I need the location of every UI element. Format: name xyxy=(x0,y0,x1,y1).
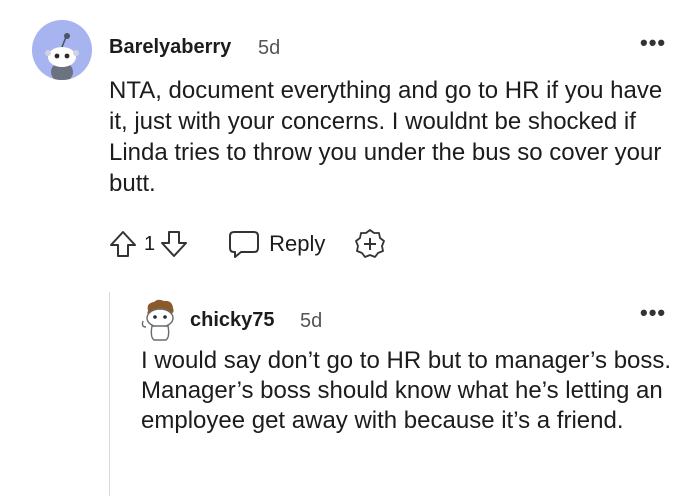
avatar[interactable] xyxy=(140,297,180,341)
snoo-avatar-icon xyxy=(141,299,174,341)
avatar[interactable] xyxy=(32,20,92,80)
thread-line[interactable] xyxy=(109,292,110,496)
comment-thread: Barelyaberry 5d ••• NTA, document everyt… xyxy=(0,0,700,496)
more-options-icon[interactable]: ••• xyxy=(640,30,666,56)
downvote-icon[interactable] xyxy=(157,227,191,261)
reply-label: Reply xyxy=(269,231,326,256)
comment-actions: 1 Reply xyxy=(106,226,387,262)
reply-button[interactable]: Reply xyxy=(227,229,325,259)
comment-timestamp: 5d xyxy=(258,37,281,59)
more-options-icon[interactable]: ••• xyxy=(640,300,666,326)
upvote-icon[interactable] xyxy=(106,227,140,261)
comment-body: NTA, document everything and go to HR if… xyxy=(109,77,663,197)
snoo-avatar-icon xyxy=(32,20,92,80)
vote-count: 1 xyxy=(144,232,156,255)
comment-username[interactable]: chicky75 xyxy=(190,309,275,332)
award-icon[interactable] xyxy=(353,227,387,261)
comment-timestamp: 5d xyxy=(300,310,323,332)
comment-body: I would say don’t go to HR but to manage… xyxy=(141,347,672,434)
comment-username[interactable]: Barelyaberry xyxy=(109,36,231,59)
reply-icon xyxy=(227,229,261,259)
